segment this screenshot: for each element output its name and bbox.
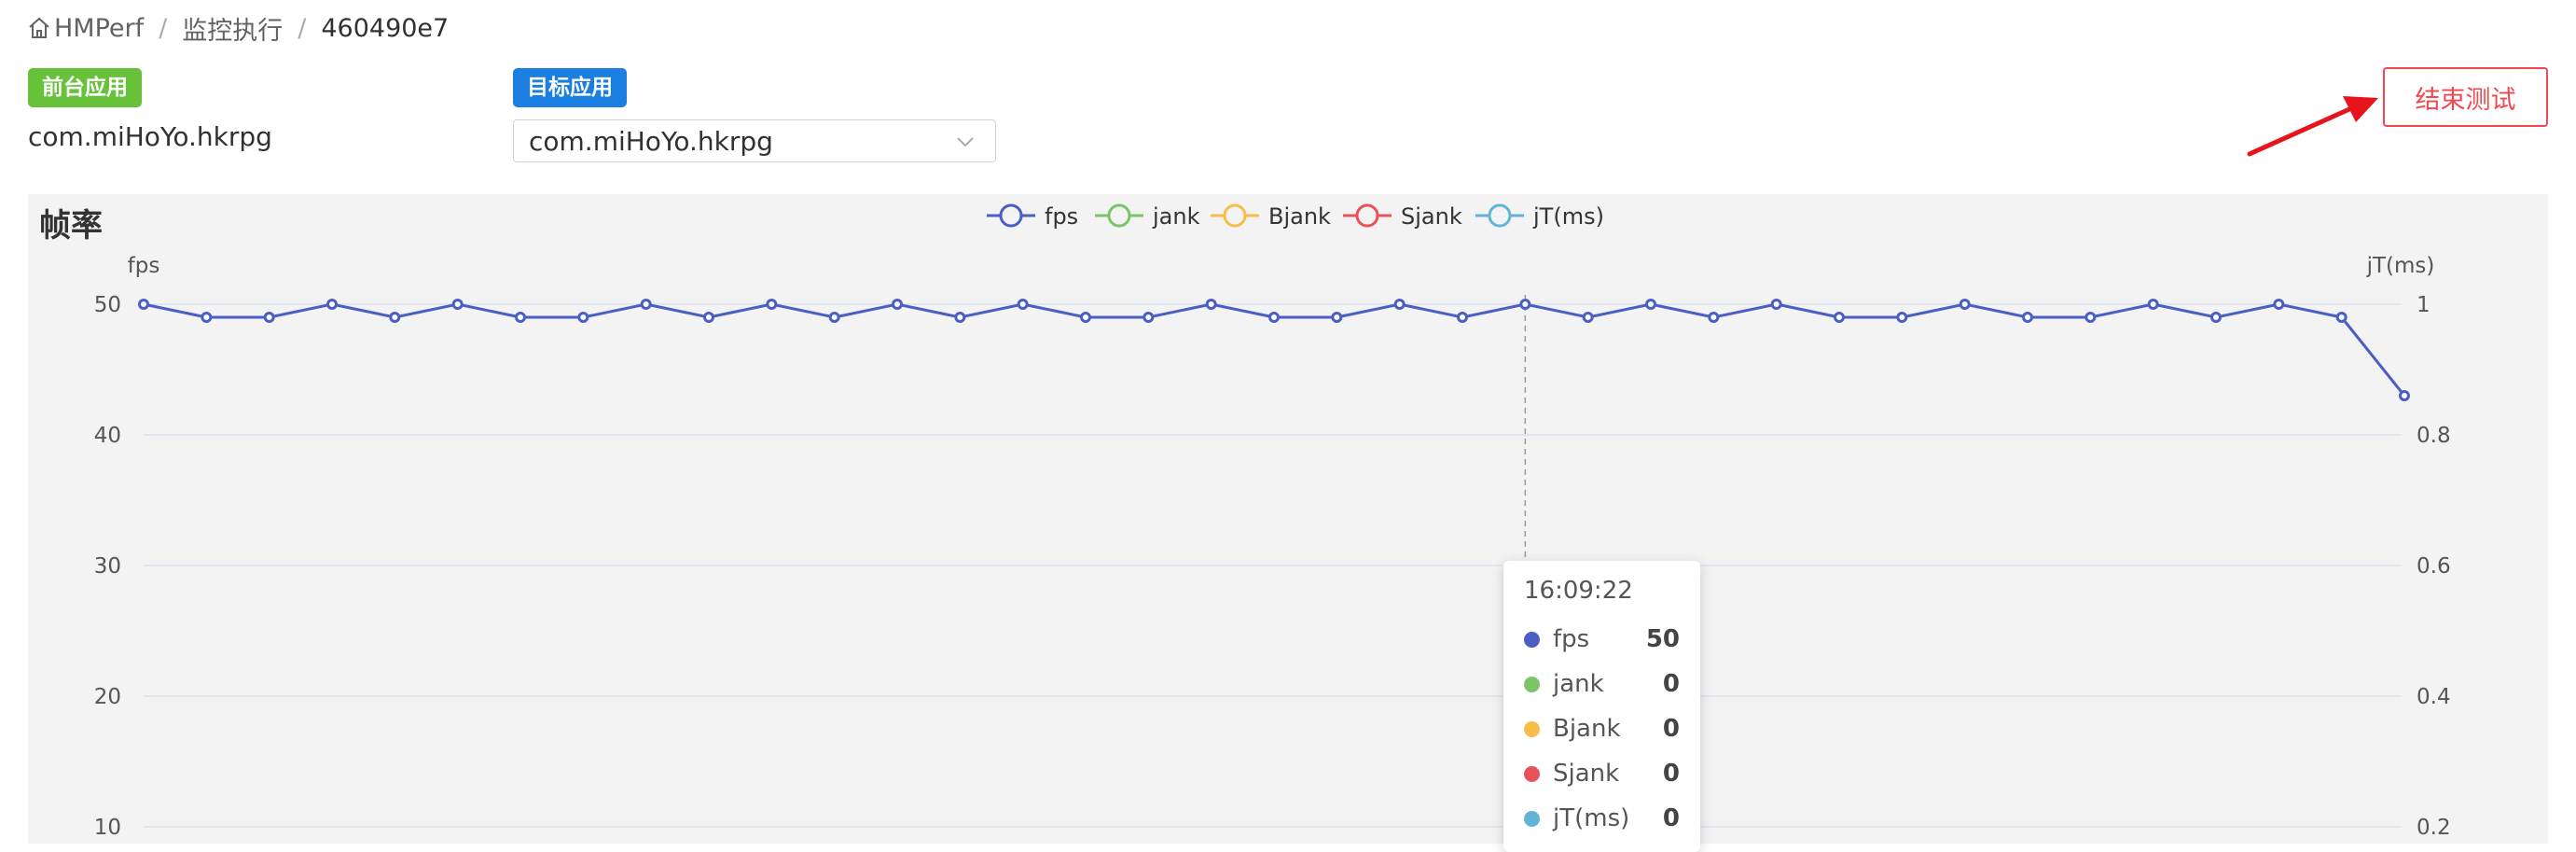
tooltip-row-jank: jank 0 bbox=[1524, 662, 1680, 706]
fps-data-point bbox=[954, 312, 966, 323]
fps-data-point bbox=[2335, 312, 2347, 323]
fps-data-point bbox=[828, 312, 840, 323]
tooltip-series-name: jT(ms) bbox=[1553, 804, 1630, 832]
tooltip-time: 16:09:22 bbox=[1524, 577, 1633, 605]
fps-data-point bbox=[892, 299, 903, 310]
tooltip-series-name: fps bbox=[1553, 625, 1590, 653]
chevron-down-icon bbox=[957, 137, 974, 147]
fps-data-point bbox=[640, 299, 652, 310]
target-app-select[interactable]: com.miHoYo.hkrpg bbox=[513, 119, 996, 162]
fps-data-point bbox=[1393, 299, 1406, 310]
right-axis-tick-label: 0.2 bbox=[2417, 816, 2451, 840]
fps-data-point bbox=[263, 312, 275, 323]
chart-tooltip: 16:09:22 fps 50 jank 0 Bjank 0 Sjank 0 j… bbox=[1503, 561, 1700, 852]
tooltip-series-value: 0 bbox=[1662, 804, 1680, 832]
fps-data-point bbox=[2022, 312, 2033, 323]
breadcrumb-section[interactable]: 监控执行 bbox=[182, 10, 283, 47]
frame-rate-chart[interactable]: 50 40 30 20 10 1 0.8 0.6 0.4 0.2 fps jT(ms) fps jank B… bbox=[28, 194, 2548, 844]
fps-data-point bbox=[1959, 299, 1971, 310]
tooltip-dot bbox=[1524, 720, 1540, 737]
breadcrumb-separator: / bbox=[159, 13, 168, 43]
legend-marker bbox=[1488, 203, 1512, 228]
frame-rate-panel: 帧率 50 40 30 20 10 1 0.8 0.6 0.4 0.2 fps jT(ms) fps ja… bbox=[28, 194, 2548, 852]
tooltip-row-sjank: Sjank 0 bbox=[1524, 751, 1680, 796]
left-axis-tick-label: 10 bbox=[94, 816, 121, 840]
right-axis-tick-label: 0.4 bbox=[2417, 685, 2451, 709]
fps-data-point bbox=[515, 312, 526, 323]
fps-data-point bbox=[1080, 312, 1091, 323]
fps-data-point bbox=[1205, 299, 1217, 310]
end-test-button[interactable]: 结束测试 bbox=[2383, 67, 2548, 127]
fps-data-point bbox=[451, 299, 464, 310]
fps-data-point bbox=[201, 312, 213, 323]
target-app-tag: 目标应用 bbox=[513, 68, 627, 107]
fps-data-point bbox=[2210, 312, 2222, 323]
legend-marker bbox=[1355, 203, 1379, 228]
fps-data-point bbox=[389, 312, 401, 323]
fps-data-point bbox=[766, 299, 778, 310]
tooltip-series-value: 50 bbox=[1645, 625, 1680, 653]
left-axis-tick-label: 50 bbox=[94, 293, 121, 317]
tooltip-row-fps: fps 50 bbox=[1524, 617, 1680, 662]
fps-data-point bbox=[1770, 299, 1782, 310]
breadcrumb-current: 460490e7 bbox=[321, 13, 450, 43]
tooltip-series-name: Bjank bbox=[1553, 715, 1621, 743]
fps-data-point bbox=[138, 299, 149, 310]
tooltip-series-value: 0 bbox=[1662, 760, 1680, 788]
fps-data-point bbox=[1834, 312, 1845, 323]
fps-data-point bbox=[2399, 390, 2410, 401]
foreground-app-tag: 前台应用 bbox=[28, 68, 142, 107]
legend-item: jT(ms) bbox=[1532, 203, 1604, 230]
right-axis-title: jT(ms) bbox=[2366, 254, 2435, 278]
fps-data-point bbox=[2273, 299, 2285, 310]
right-axis-tick-label: 1 bbox=[2417, 293, 2431, 317]
fps-data-point bbox=[703, 312, 714, 323]
target-app-selected-value: com.miHoYo.hkrpg bbox=[529, 125, 773, 157]
breadcrumb-separator: / bbox=[298, 13, 307, 43]
breadcrumb-home[interactable]: HMPerf bbox=[54, 14, 144, 43]
breadcrumb: HMPerf / 监控执行 / 460490e7 bbox=[26, 7, 449, 49]
fps-data-point bbox=[1457, 312, 1468, 323]
tooltip-dot bbox=[1524, 631, 1540, 648]
fps-data-point bbox=[577, 312, 589, 323]
fps-data-point bbox=[1708, 312, 1720, 323]
fps-data-point bbox=[1582, 312, 1594, 323]
left-axis-tick-label: 20 bbox=[94, 685, 121, 709]
left-axis-tick-label: 30 bbox=[94, 554, 121, 579]
tooltip-row-bjank: Bjank 0 bbox=[1524, 706, 1680, 751]
legend-item: Bjank bbox=[1268, 203, 1331, 230]
fps-data-point bbox=[1268, 312, 1280, 323]
tooltip-series-value: 0 bbox=[1662, 715, 1680, 743]
fps-data-point bbox=[1896, 312, 1908, 323]
tooltip-dot bbox=[1524, 810, 1540, 827]
tooltip-series-value: 0 bbox=[1662, 670, 1680, 698]
right-axis-tick-label: 0.6 bbox=[2417, 554, 2451, 579]
tooltip-series-name: jank bbox=[1553, 670, 1604, 698]
fps-data-point bbox=[1017, 299, 1029, 310]
home-icon[interactable] bbox=[26, 15, 52, 41]
tooltip-dot bbox=[1524, 765, 1540, 782]
foreground-app-value: com.miHoYo.hkrpg bbox=[28, 121, 272, 152]
fps-data-point bbox=[326, 299, 338, 310]
left-axis-tick-label: 40 bbox=[94, 424, 121, 448]
legend-marker bbox=[999, 203, 1023, 228]
left-axis-title: fps bbox=[128, 254, 160, 278]
fps-data-point bbox=[2147, 299, 2159, 310]
fps-data-point bbox=[1143, 312, 1155, 323]
tooltip-series-name: Sjank bbox=[1553, 760, 1620, 788]
legend-marker bbox=[1107, 203, 1131, 228]
fps-data-point bbox=[1331, 312, 1343, 323]
legend-item: Sjank bbox=[1401, 203, 1462, 230]
right-axis-tick-label: 0.8 bbox=[2417, 424, 2451, 448]
legend-item: jank bbox=[1152, 203, 1200, 230]
legend-marker bbox=[1223, 203, 1247, 228]
annotation-arrow bbox=[2247, 96, 2378, 157]
fps-data-point bbox=[2084, 312, 2097, 323]
fps-data-point bbox=[1645, 299, 1656, 310]
tooltip-row-jt: jT(ms) 0 bbox=[1524, 796, 1680, 841]
legend-item: fps bbox=[1045, 203, 1078, 230]
tooltip-dot bbox=[1524, 676, 1540, 692]
fps-data-point bbox=[1519, 299, 1531, 310]
